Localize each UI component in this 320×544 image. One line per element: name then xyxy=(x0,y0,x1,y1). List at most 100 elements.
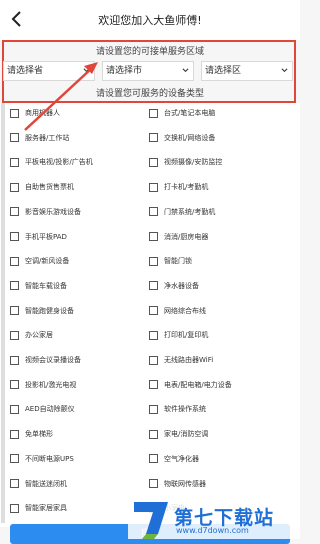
checkbox[interactable] xyxy=(10,281,19,291)
device-item[interactable]: 不间断电源UPS xyxy=(10,451,74,467)
device-item[interactable]: 交换机/网络设备 xyxy=(149,130,215,146)
device-item[interactable]: 打卡机/考勤机 xyxy=(149,179,208,195)
checkbox[interactable] xyxy=(149,133,158,143)
checkbox[interactable] xyxy=(10,133,19,143)
device-item-label: 打卡机/考勤机 xyxy=(164,183,209,192)
device-item-label: 智能跑健身设备 xyxy=(25,306,74,315)
device-item[interactable]: 免单梯形 xyxy=(10,426,53,442)
watermark-url: www.d7down.com xyxy=(176,526,249,535)
device-item[interactable]: 智能门锁 xyxy=(149,253,192,269)
district-select[interactable]: 请选择区 xyxy=(201,61,293,81)
device-item[interactable]: 影音娱乐游戏设备 xyxy=(10,204,81,220)
checkbox[interactable] xyxy=(149,454,158,464)
region-section-title: 请设置您的可接单服务区域 xyxy=(95,47,204,57)
checkbox[interactable] xyxy=(10,404,19,414)
device-list-panel[interactable]: 商用机器人服务器/工作站平板电视/投影/广告机自助售货售票机影音娱乐游戏设备 手机… xyxy=(0,103,300,527)
checkbox[interactable] xyxy=(149,355,158,365)
device-item[interactable]: 物联网传感器 xyxy=(149,476,206,492)
device-item[interactable]: 无线路由器WiFi xyxy=(149,352,213,368)
device-item-label: 智能送迷闭机 xyxy=(25,479,67,488)
device-item[interactable]: 台式/笔记本电脑 xyxy=(149,105,215,121)
device-item[interactable]: 智能送迷闭机 xyxy=(10,476,67,492)
device-item[interactable]: 消消/厨房电器 xyxy=(149,229,208,245)
device-item-label: 服务器/工作站 xyxy=(25,133,70,142)
checkbox[interactable] xyxy=(10,182,19,192)
device-item-label: 自助售货售票机 xyxy=(25,183,74,192)
checkbox[interactable] xyxy=(149,306,158,316)
district-select-value: 请选择区 xyxy=(205,66,242,76)
device-item-label: 免单梯形 xyxy=(25,430,53,439)
device-item[interactable]: 手机平板PAD xyxy=(10,229,67,245)
checkbox[interactable] xyxy=(10,454,19,464)
device-item[interactable]: 网络综合布线 xyxy=(149,303,206,319)
device-item-label: 无线路由器WiFi xyxy=(164,356,214,364)
device-item[interactable]: 净水器设备 xyxy=(149,278,199,294)
checkbox[interactable] xyxy=(149,380,158,390)
device-section-title: 请设置您可服务的设备类型 xyxy=(95,89,204,99)
checkbox[interactable] xyxy=(10,355,19,365)
checkbox[interactable] xyxy=(149,404,158,414)
device-item-label: 门禁系统/考勤机 xyxy=(164,207,216,216)
device-item[interactable]: 商用机器人 xyxy=(10,105,60,121)
device-item[interactable]: 门禁系统/考勤机 xyxy=(149,204,215,220)
city-select-value: 请选择市 xyxy=(106,66,143,76)
scrollbar[interactable] xyxy=(1,103,5,523)
device-item[interactable]: 家电/消防空调 xyxy=(149,426,208,442)
checkbox[interactable] xyxy=(10,306,19,316)
checkbox[interactable] xyxy=(149,182,158,192)
checkbox[interactable] xyxy=(149,256,158,266)
checkbox[interactable] xyxy=(10,503,19,513)
province-select-value: 请选择省 xyxy=(7,66,44,76)
device-item[interactable]: 智能跑健身设备 xyxy=(10,303,74,319)
device-item[interactable]: 智能车载设备 xyxy=(10,278,67,294)
checkbox[interactable] xyxy=(149,479,158,488)
province-select[interactable]: 请选择省 xyxy=(3,61,95,81)
device-item[interactable]: 软件操作系统 xyxy=(149,401,206,417)
checkbox[interactable] xyxy=(10,330,19,340)
device-item[interactable]: 服务器/工作站 xyxy=(10,130,69,146)
device-item-label: 家电/消防空调 xyxy=(164,430,209,439)
device-item[interactable]: 自助售货售票机 xyxy=(10,179,74,195)
chevron-down-icon xyxy=(182,68,189,73)
device-item-label: 空调/新风设备 xyxy=(25,257,70,266)
checkbox[interactable] xyxy=(149,330,158,340)
device-item-label: 打印机/复印机 xyxy=(164,331,209,340)
device-item[interactable]: 打印机/复印机 xyxy=(149,327,208,343)
device-item[interactable]: 电表/配电箱/电力设备 xyxy=(149,377,232,393)
device-item-label: 智能家居家具 xyxy=(25,504,67,513)
device-item[interactable]: 办公家居 xyxy=(10,327,53,343)
device-item[interactable]: 智能家居家具 xyxy=(10,500,67,516)
checkbox[interactable] xyxy=(149,108,158,118)
checkbox[interactable] xyxy=(10,232,19,241)
device-item[interactable]: AED自动除颤仪 xyxy=(10,401,75,417)
city-select[interactable]: 请选择市 xyxy=(102,61,194,81)
device-item-label: AED自动除颤仪 xyxy=(25,405,75,414)
device-item-label: 消消/厨房电器 xyxy=(164,232,209,241)
device-item[interactable]: 投影机/激光电视 xyxy=(10,377,76,393)
checkbox[interactable] xyxy=(10,479,19,488)
device-item-label: 网络综合布线 xyxy=(164,306,206,315)
device-item[interactable]: 视频摄像/安防监控 xyxy=(149,154,222,170)
device-item-label: 软件操作系统 xyxy=(164,405,206,414)
checkbox[interactable] xyxy=(149,207,158,217)
device-item-label: 电表/配电箱/电力设备 xyxy=(164,380,232,389)
device-item[interactable]: 平板电视/投影/广告机 xyxy=(10,154,93,170)
checkbox[interactable] xyxy=(10,429,19,439)
checkbox[interactable] xyxy=(149,281,158,291)
checkbox[interactable] xyxy=(149,429,158,439)
checkbox[interactable] xyxy=(149,232,158,241)
checkbox[interactable] xyxy=(10,380,19,390)
checkbox[interactable] xyxy=(10,207,19,217)
checkbox[interactable] xyxy=(149,157,158,167)
device-item-label: 视频会议录播设备 xyxy=(25,356,81,364)
device-item[interactable]: 空气净化器 xyxy=(149,451,199,467)
chevron-down-icon xyxy=(281,68,288,73)
checkbox[interactable] xyxy=(10,157,19,167)
checkbox[interactable] xyxy=(10,256,19,266)
checkbox[interactable] xyxy=(10,108,19,118)
device-item-label: 净水器设备 xyxy=(164,281,199,290)
device-item[interactable]: 空调/新风设备 xyxy=(10,253,69,269)
device-item-label: 智能车载设备 xyxy=(25,281,67,290)
device-item[interactable]: 视频会议录播设备 xyxy=(10,352,81,368)
region-selects: 请选择省 请选择市 请选择区 xyxy=(3,61,297,83)
